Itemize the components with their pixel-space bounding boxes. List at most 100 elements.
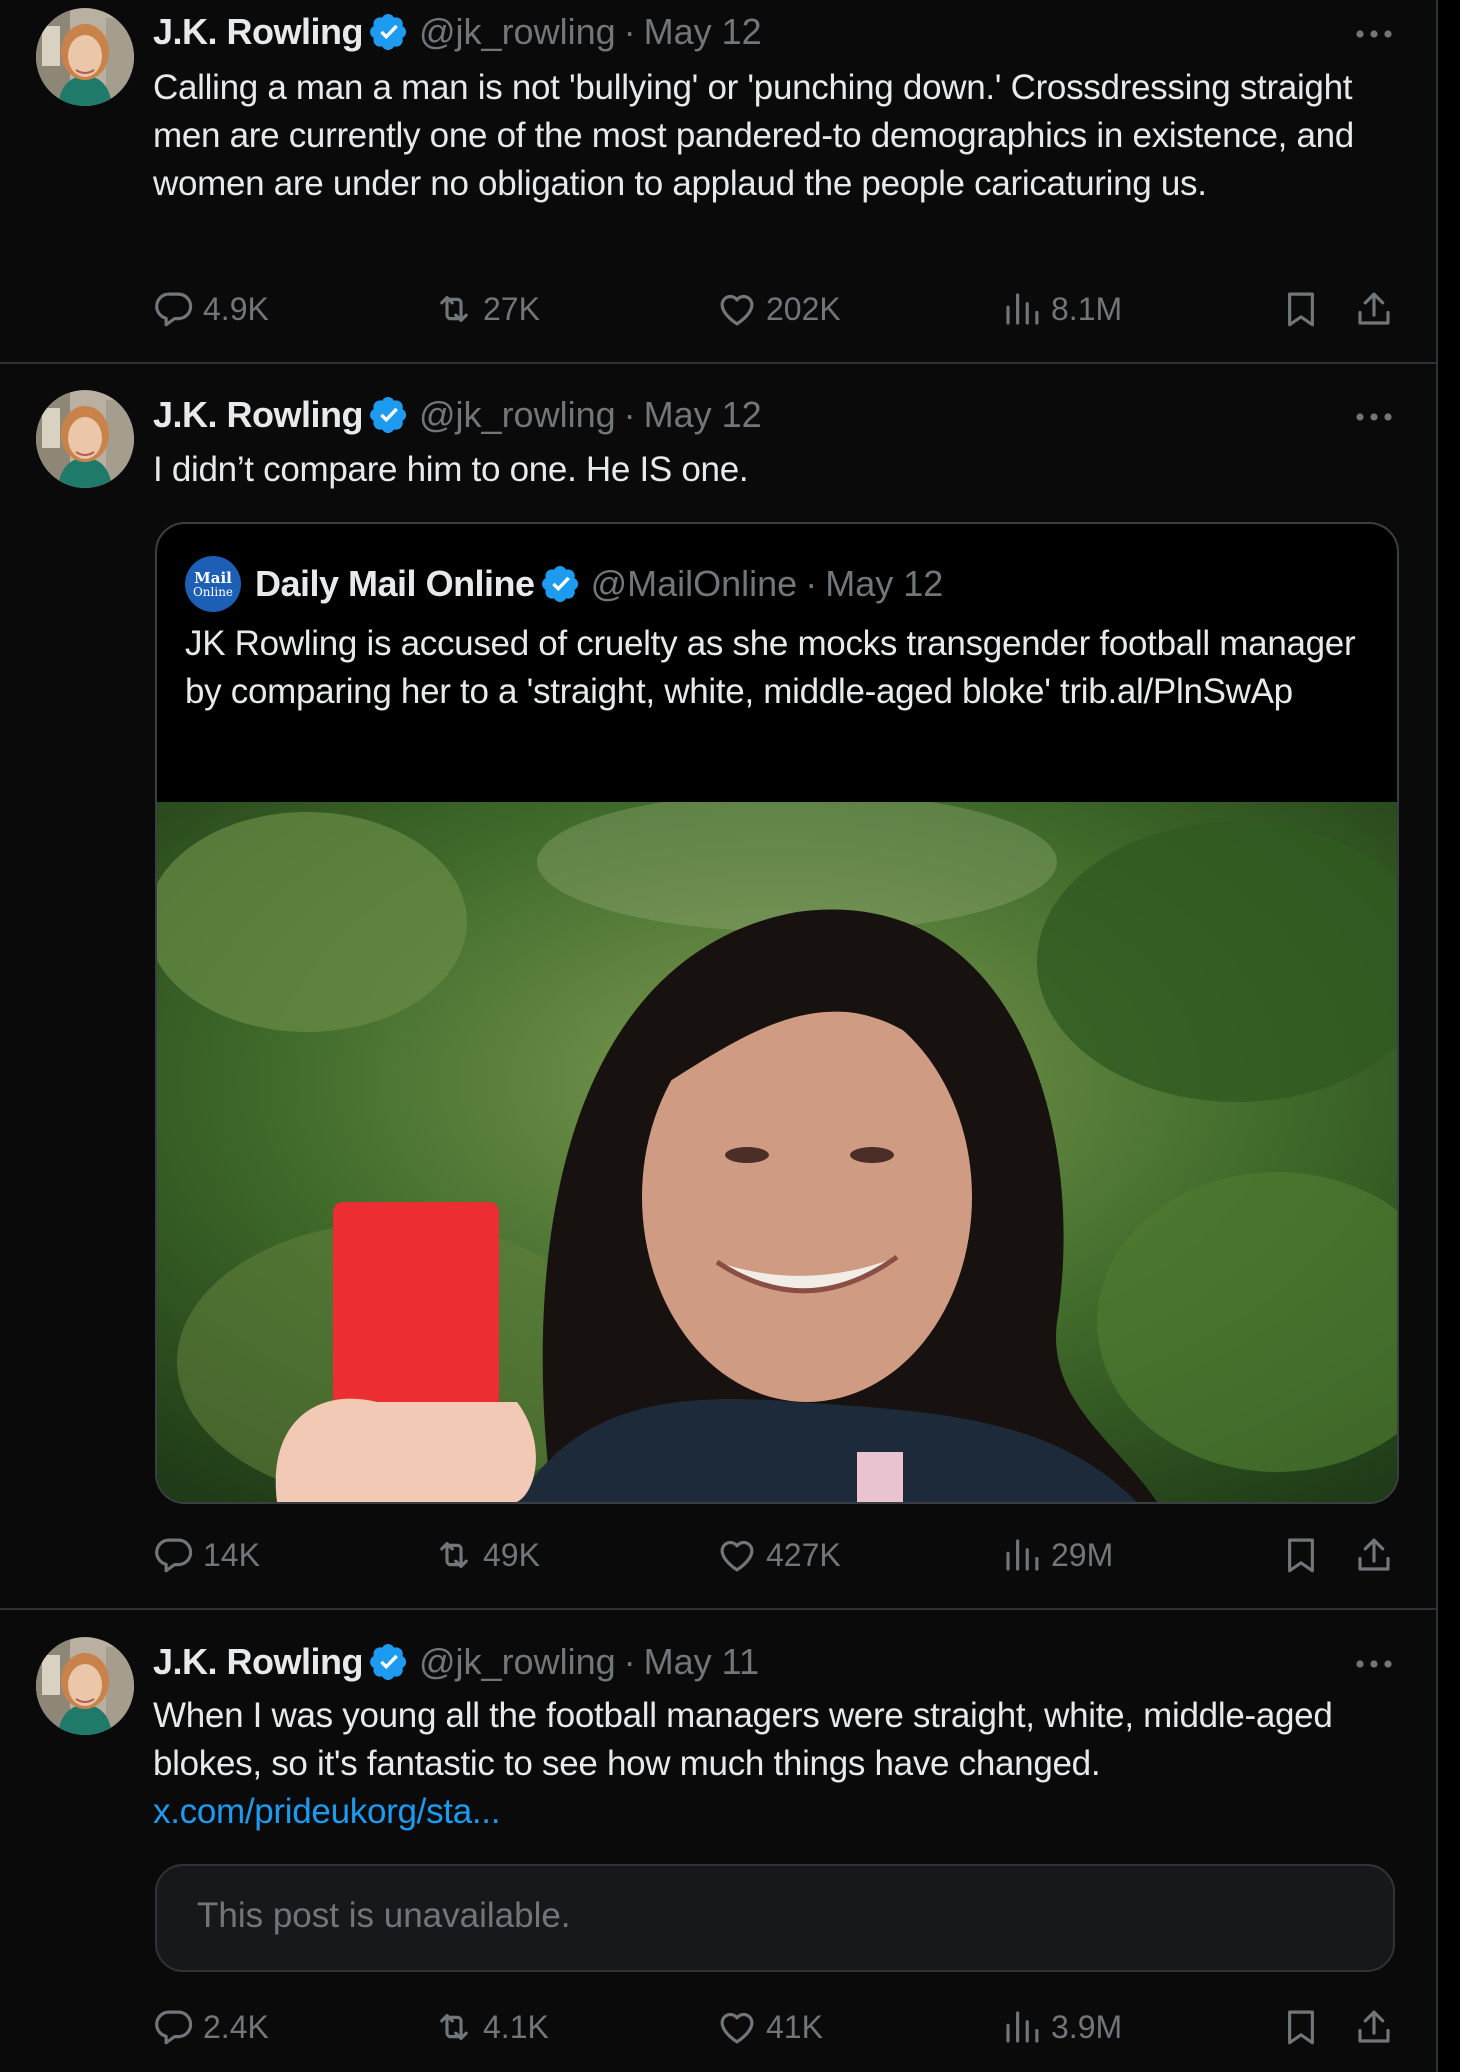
repost-button[interactable]: 27K — [433, 284, 540, 334]
repost-icon — [433, 1534, 475, 1576]
quote-text: JK Rowling is accused of cruelty as she … — [185, 624, 1356, 711]
tweet-date[interactable]: May 12 — [644, 11, 762, 53]
views-button[interactable]: 29M — [1001, 1530, 1113, 1580]
reply-count: 14K — [203, 1536, 260, 1573]
views-button[interactable]: 3.9M — [1001, 2002, 1122, 2052]
author-name[interactable]: J.K. Rowling — [153, 11, 364, 53]
like-count: 202K — [766, 290, 841, 327]
share-icon — [1353, 2006, 1395, 2048]
more-options-icon[interactable] — [1352, 407, 1396, 427]
quoted-tweet-card[interactable]: Mail Online Daily Mail Online @MailOnlin… — [155, 522, 1399, 1504]
share-icon — [1353, 288, 1395, 330]
like-button[interactable]: 427K — [716, 1530, 841, 1580]
unavailable-post-card: This post is unavailable. — [155, 1864, 1395, 1972]
tweet-date[interactable]: May 11 — [644, 1641, 759, 1683]
author-handle[interactable]: @jk_rowling — [419, 394, 616, 436]
logo-line-1: Mail — [194, 568, 232, 587]
like-button[interactable]: 41K — [716, 2002, 823, 2052]
repost-icon — [433, 288, 475, 330]
author-name[interactable]: J.K. Rowling — [153, 394, 364, 436]
reply-count: 2.4K — [203, 2008, 269, 2045]
tweet-header: J.K. Rowling @jk_rowling · May 12 — [153, 393, 762, 437]
avatar-image — [36, 1637, 134, 1735]
tweet-date[interactable]: May 12 — [644, 394, 762, 436]
heart-icon — [716, 2006, 758, 2048]
share-button[interactable] — [1353, 284, 1403, 334]
tweet-header: J.K. Rowling @jk_rowling · May 12 — [153, 10, 762, 54]
view-count: 29M — [1051, 1536, 1114, 1573]
unavailable-message: This post is unavailable. — [197, 1896, 571, 1935]
author-handle[interactable]: @jk_rowling — [419, 1641, 616, 1683]
tweet-text: I didn’t compare him to one. He IS one. — [153, 450, 749, 489]
reply-icon — [153, 2006, 195, 2048]
verified-badge-icon[interactable] — [541, 564, 581, 604]
bookmark-button[interactable] — [1280, 284, 1330, 334]
view-count: 3.9M — [1051, 2008, 1123, 2045]
share-icon — [1353, 1534, 1395, 1576]
mailonline-logo[interactable]: Mail Online — [185, 556, 241, 612]
avatar[interactable] — [36, 390, 134, 488]
avatar-image — [36, 390, 134, 488]
more-options-icon[interactable] — [1352, 24, 1396, 44]
tweet-text-body: When I was young all the football manage… — [153, 1696, 1333, 1783]
tweet-text: When I was young all the football manage… — [153, 1692, 1393, 1836]
tweet-link[interactable]: x.com/prideukorg/sta... — [153, 1792, 500, 1831]
tweet-actions: 14K 49K 427K 29M — [153, 1530, 1403, 1580]
logo-line-2: Online — [192, 584, 234, 599]
avatar[interactable] — [36, 8, 134, 106]
tweet-text: Calling a man a man is not 'bullying' or… — [153, 68, 1354, 203]
repost-count: 49K — [483, 1536, 540, 1573]
quote-media-photo[interactable] — [157, 802, 1397, 1502]
author-handle[interactable]: @jk_rowling — [419, 11, 616, 53]
separator: · — [805, 563, 818, 604]
bookmark-icon — [1280, 2006, 1322, 2048]
like-count: 427K — [766, 1536, 841, 1573]
heart-icon — [716, 288, 758, 330]
divider — [0, 362, 1436, 364]
divider — [0, 1608, 1436, 1610]
tweet-actions: 4.9K 27K 202K 8.1M — [153, 284, 1403, 334]
bookmark-icon — [1280, 1534, 1322, 1576]
verified-badge-icon[interactable] — [369, 1642, 409, 1682]
verified-badge-icon[interactable] — [369, 395, 409, 435]
repost-count: 27K — [483, 290, 540, 327]
heart-icon — [716, 1534, 758, 1576]
views-icon — [1001, 288, 1043, 330]
separator: · — [623, 394, 636, 435]
more-options-icon[interactable] — [1352, 1654, 1396, 1674]
reply-icon — [153, 288, 195, 330]
verified-badge-icon[interactable] — [369, 12, 409, 52]
separator: · — [623, 1641, 636, 1682]
reply-button[interactable]: 14K — [153, 1530, 260, 1580]
tweet-actions: 2.4K 4.1K 41K 3.9M — [153, 2002, 1403, 2052]
reply-button[interactable]: 2.4K — [153, 2002, 269, 2052]
quote-header: Mail Online Daily Mail Online @MailOnlin… — [185, 556, 943, 612]
quote-author-handle[interactable]: @MailOnline — [591, 563, 798, 605]
repost-icon — [433, 2006, 475, 2048]
views-button[interactable]: 8.1M — [1001, 284, 1122, 334]
quote-author-name[interactable]: Daily Mail Online — [255, 563, 535, 605]
reply-icon — [153, 1534, 195, 1576]
repost-button[interactable]: 4.1K — [433, 2002, 549, 2052]
avatar-image — [36, 8, 134, 106]
view-count: 8.1M — [1051, 290, 1123, 327]
separator: · — [623, 11, 636, 52]
share-button[interactable] — [1353, 2002, 1403, 2052]
bookmark-button[interactable] — [1280, 1530, 1330, 1580]
author-name[interactable]: J.K. Rowling — [153, 1641, 364, 1683]
avatar[interactable] — [36, 1637, 134, 1735]
reply-button[interactable]: 4.9K — [153, 284, 269, 334]
bookmark-icon — [1280, 288, 1322, 330]
views-icon — [1001, 2006, 1043, 2048]
views-icon — [1001, 1534, 1043, 1576]
column-border — [1436, 0, 1438, 2072]
tweet-header: J.K. Rowling @jk_rowling · May 11 — [153, 1640, 759, 1684]
quote-date[interactable]: May 12 — [825, 563, 943, 605]
like-button[interactable]: 202K — [716, 284, 841, 334]
repost-count: 4.1K — [483, 2008, 549, 2045]
repost-button[interactable]: 49K — [433, 1530, 540, 1580]
share-button[interactable] — [1353, 1530, 1403, 1580]
bookmark-button[interactable] — [1280, 2002, 1330, 2052]
like-count: 41K — [766, 2008, 823, 2045]
timeline: J.K. Rowling @jk_rowling · May 12 Callin… — [0, 0, 1436, 2072]
